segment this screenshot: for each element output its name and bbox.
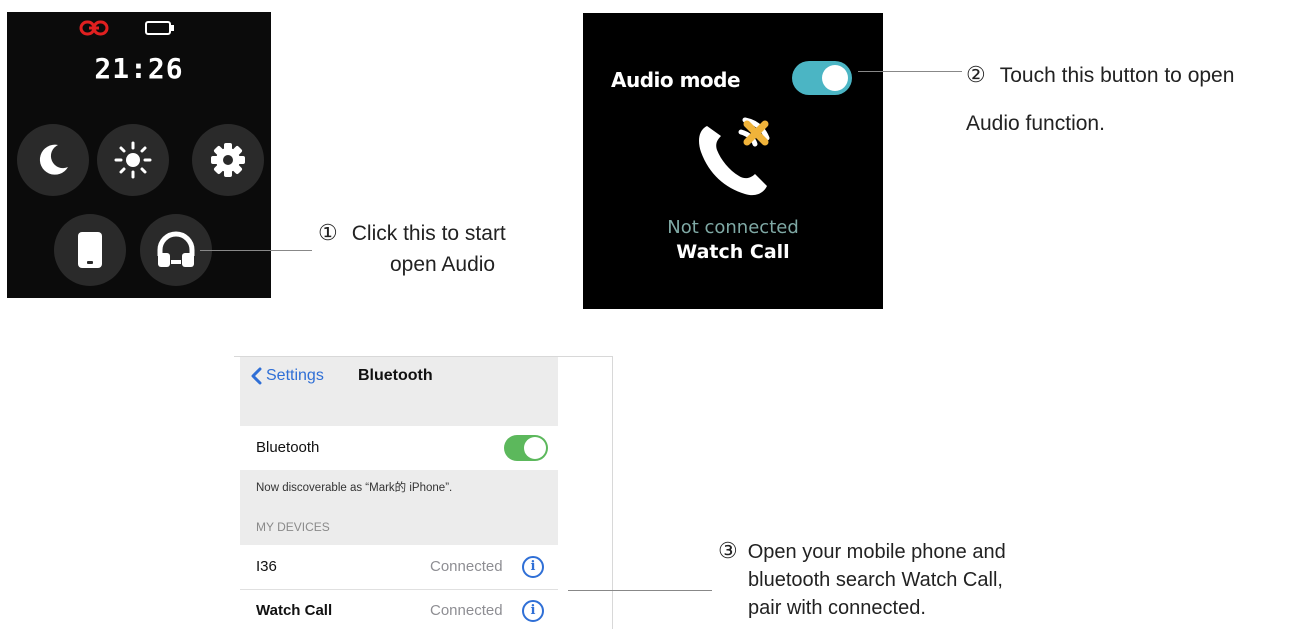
discoverable-note: Now discoverable as “Mark的 iPhone”. <box>256 482 453 494</box>
info-icon[interactable]: i <box>522 556 544 578</box>
battery-icon <box>145 21 174 35</box>
watch-time: 21:26 <box>94 52 184 85</box>
callout-2-number: ② <box>966 62 986 87</box>
watch-quick-menu-screen: 21:26 <box>7 12 271 298</box>
bluetooth-toggle[interactable] <box>504 435 548 461</box>
callout-2: ② Touch this button to open Audio functio… <box>966 51 1234 148</box>
connection-status: Not connected <box>667 217 799 238</box>
bluetooth-row: Bluetooth <box>240 426 558 470</box>
callout-2-line-2: Audio function. <box>966 112 1105 135</box>
phone-icon <box>78 232 102 268</box>
callout-1-number: ① <box>318 220 338 245</box>
info-icon[interactable]: i <box>522 600 544 622</box>
brightness-icon <box>114 141 152 179</box>
chevron-left-icon <box>251 367 262 385</box>
audio-mode-screen: Audio mode Not connected Watch Call <box>583 13 883 309</box>
section-header: MY DEVICES <box>256 520 330 534</box>
page-title: Bluetooth <box>358 367 433 384</box>
brightness-button[interactable] <box>97 124 169 196</box>
callout-2-line-1: Touch this button to open <box>999 64 1235 87</box>
callout-1-line-1: Click this to start <box>351 222 506 245</box>
night-mode-button[interactable] <box>17 124 89 196</box>
device-name: I36 <box>256 558 277 575</box>
toggle-knob <box>524 437 546 459</box>
device-name: Watch Call <box>676 241 790 263</box>
device-row[interactable]: Watch Call Connected i <box>240 590 558 629</box>
link-icon <box>79 20 109 36</box>
callout-3-number: ③ <box>718 538 738 563</box>
callout-1: ① Click this to start open Audio <box>318 217 506 280</box>
moon-icon <box>39 144 68 175</box>
callout-line-2 <box>858 71 962 72</box>
callout-line-3 <box>568 590 712 591</box>
phone-button[interactable] <box>54 214 126 286</box>
call-disconnected-icon <box>699 117 770 196</box>
device-name: Watch Call <box>256 602 333 619</box>
audio-mode-toggle[interactable] <box>792 61 852 95</box>
back-button[interactable]: Settings <box>250 367 324 385</box>
bluetooth-settings-screen: Settings Bluetooth Bluetooth Now discove… <box>234 356 613 629</box>
callout-1-line-2: open Audio <box>390 253 496 276</box>
settings-button[interactable] <box>192 124 264 196</box>
audio-mode-label: Audio mode <box>611 68 741 92</box>
callout-3-line-3: pair with connected. <box>748 597 926 619</box>
callout-line-1 <box>200 250 312 251</box>
toggle-knob <box>822 65 848 91</box>
back-label: Settings <box>266 367 324 384</box>
device-status: Connected <box>430 558 503 575</box>
device-row[interactable]: I36 Connected i <box>240 545 558 590</box>
gear-icon <box>211 143 245 177</box>
callout-3-line-2: bluetooth search Watch Call, <box>748 569 1003 591</box>
callout-3: ③ Open your mobile phone and bluetooth se… <box>718 537 1006 622</box>
device-status: Connected <box>430 602 503 619</box>
bluetooth-label: Bluetooth <box>256 439 320 456</box>
callout-3-line-1: Open your mobile phone and <box>747 541 1006 563</box>
headphones-icon <box>157 231 195 267</box>
